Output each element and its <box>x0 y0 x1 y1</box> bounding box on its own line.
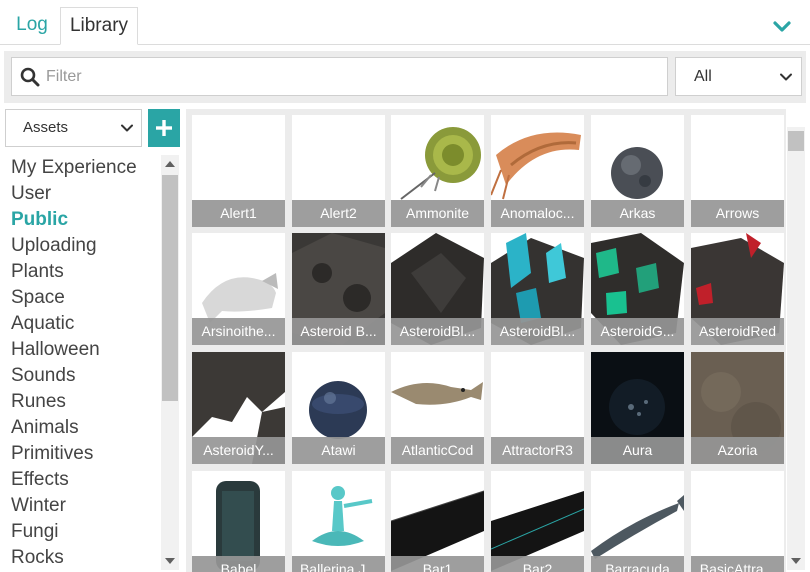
asset-tile[interactable]: Bar1 <box>391 471 484 572</box>
asset-tile[interactable]: AsteroidY... <box>192 352 285 464</box>
asset-label: AsteroidY... <box>192 437 285 464</box>
asset-tile[interactable]: BasicAttra... <box>691 471 784 572</box>
asset-tile[interactable]: AsteroidBl... <box>391 233 484 345</box>
scroll-thumb[interactable] <box>788 131 804 151</box>
asset-tile[interactable]: AsteroidBl... <box>491 233 584 345</box>
asset-grid: Alert1 Alert2 Ammonite Anomaloc... Arkas Arro… <box>186 109 786 572</box>
category-list: My Experience User Public Uploading Plants Sp… <box>0 155 160 570</box>
asset-label: Ammonite <box>391 200 484 227</box>
asset-tile[interactable]: AsteroidG... <box>591 233 684 345</box>
asset-label: Bar2 <box>491 556 584 572</box>
asset-label: Asteroid B... <box>292 318 385 345</box>
category-item[interactable]: Primitives <box>0 441 160 467</box>
asset-tile[interactable]: AttractorR3 <box>491 352 584 464</box>
scroll-thumb[interactable] <box>162 175 178 401</box>
asset-label: AsteroidRed <box>691 318 784 345</box>
asset-tile[interactable]: Anomaloc... <box>491 115 584 227</box>
scroll-up-arrow[interactable] <box>165 161 175 167</box>
asset-label: Alert2 <box>292 200 385 227</box>
category-item[interactable]: Public <box>0 207 160 233</box>
asset-label: Babel <box>192 556 285 572</box>
category-item[interactable]: Uploading <box>0 233 160 259</box>
category-item[interactable]: Space <box>0 285 160 311</box>
add-button[interactable] <box>148 109 180 147</box>
type-select[interactable]: All <box>675 57 802 96</box>
asset-tile[interactable]: Atawi <box>292 352 385 464</box>
chevron-down-icon[interactable] <box>770 14 794 38</box>
asset-label: Anomaloc... <box>491 200 584 227</box>
category-item[interactable]: My Experience <box>0 155 160 181</box>
asset-tile[interactable]: Alert2 <box>292 115 385 227</box>
asset-tile[interactable]: Arrows <box>691 115 784 227</box>
asset-tile[interactable]: Arkas <box>591 115 684 227</box>
scroll-down-arrow[interactable] <box>791 558 801 564</box>
category-item[interactable]: Sounds <box>0 363 160 389</box>
category-item[interactable]: Aquatic <box>0 311 160 337</box>
filter-input[interactable] <box>46 62 646 92</box>
asset-label: Arrows <box>691 200 784 227</box>
asset-label: BasicAttra... <box>691 556 784 572</box>
asset-label: Bar1 <box>391 556 484 572</box>
asset-label: Aura <box>591 437 684 464</box>
asset-tile[interactable]: AtlanticCod <box>391 352 484 464</box>
category-item[interactable]: Runes <box>0 389 160 415</box>
assets-select-value: Assets <box>23 119 69 136</box>
asset-tile[interactable]: Bar2 <box>491 471 584 572</box>
search-icon <box>20 67 40 87</box>
chevron-down-icon <box>780 73 792 81</box>
asset-tile[interactable]: Babel <box>192 471 285 572</box>
scroll-down-arrow[interactable] <box>165 558 175 564</box>
asset-tile[interactable]: Azoria <box>691 352 784 464</box>
category-scrollbar[interactable] <box>161 155 179 570</box>
asset-label: Barracuda <box>591 556 684 572</box>
search-box <box>11 57 668 96</box>
asset-label: Arsinoithe... <box>192 318 285 345</box>
asset-label: AsteroidG... <box>591 318 684 345</box>
asset-label: AsteroidBl... <box>491 318 584 345</box>
asset-label: Arkas <box>591 200 684 227</box>
asset-tile[interactable]: AsteroidRed <box>691 233 784 345</box>
plus-icon <box>156 120 172 136</box>
asset-tile[interactable]: Alert1 <box>192 115 285 227</box>
category-item[interactable]: Plants <box>0 259 160 285</box>
asset-label: AttractorR3 <box>491 437 584 464</box>
type-select-value: All <box>694 68 712 85</box>
category-item[interactable]: Fungi <box>0 519 160 545</box>
asset-label: Azoria <box>691 437 784 464</box>
asset-tile[interactable]: Ammonite <box>391 115 484 227</box>
asset-label: Alert1 <box>192 200 285 227</box>
asset-label: AtlanticCod <box>391 437 484 464</box>
category-item[interactable]: Winter <box>0 493 160 519</box>
asset-tile[interactable]: Barracuda <box>591 471 684 572</box>
category-item[interactable]: Rocks <box>0 545 160 570</box>
asset-tile[interactable]: Arsinoithe... <box>192 233 285 345</box>
tab-bar: Log Library <box>0 0 810 45</box>
asset-tile[interactable]: Aura <box>591 352 684 464</box>
assets-select[interactable]: Assets <box>5 109 142 147</box>
category-item[interactable]: User <box>0 181 160 207</box>
category-item[interactable]: Halloween <box>0 337 160 363</box>
tab-library[interactable]: Library <box>60 7 138 45</box>
asset-tile[interactable]: Asteroid B... <box>292 233 385 345</box>
chevron-down-icon <box>121 124 133 132</box>
asset-tile[interactable]: Ballerina J... <box>292 471 385 572</box>
asset-label: AsteroidBl... <box>391 318 484 345</box>
asset-grid-scrollbar[interactable] <box>787 127 805 570</box>
filter-bar: All <box>4 51 806 103</box>
asset-label: Ballerina J... <box>292 556 385 572</box>
tab-log[interactable]: Log <box>6 7 58 45</box>
asset-label: Atawi <box>292 437 385 464</box>
category-item[interactable]: Effects <box>0 467 160 493</box>
category-item[interactable]: Animals <box>0 415 160 441</box>
